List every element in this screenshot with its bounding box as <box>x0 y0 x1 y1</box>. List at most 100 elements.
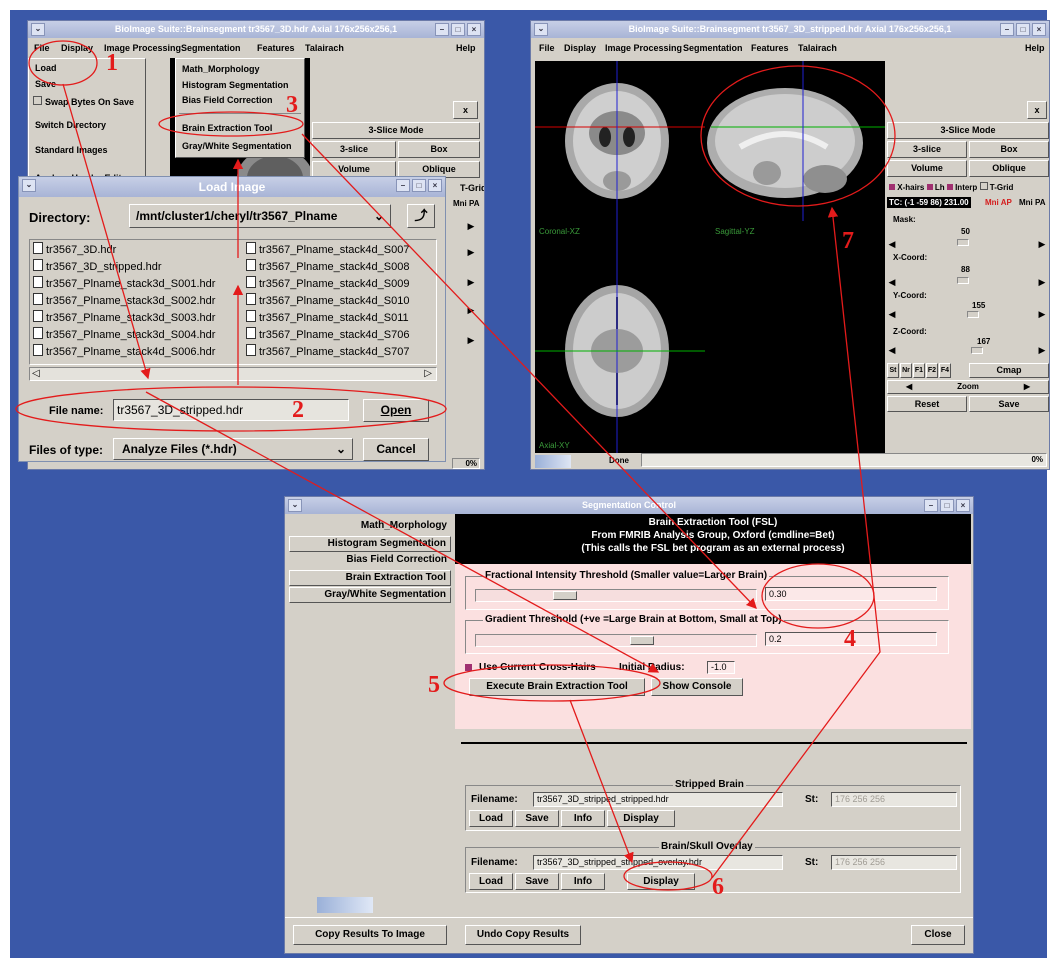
file-item[interactable]: tr3567_Plname_stack4d_S008 <box>246 259 409 273</box>
stripped-display-button[interactable]: Display <box>607 810 675 827</box>
menu-display[interactable]: Display <box>61 43 93 53</box>
file-item[interactable]: tr3567_Plname_stack3d_S004.hdr <box>33 327 215 341</box>
three-slice-button[interactable]: 3-slice <box>312 141 396 158</box>
menu-segmentation[interactable]: Segmentation <box>181 43 241 53</box>
window-menu-icon[interactable]: ⌄ <box>22 179 36 192</box>
overlay-display-button[interactable]: Display <box>627 873 695 890</box>
save-button[interactable]: Save <box>969 396 1049 412</box>
left-arrow-icon[interactable]: ◀ <box>887 345 897 355</box>
left-arrow-icon[interactable]: ◀ <box>887 239 897 249</box>
filename-input[interactable]: tr3567_3D_stripped.hdr <box>113 399 349 421</box>
seg-menu-bias[interactable]: Bias Field Correction <box>182 95 273 105</box>
minimize-icon[interactable]: – <box>1000 23 1014 36</box>
overlay-load-button[interactable]: Load <box>469 873 513 890</box>
use-crosshairs-checkbox[interactable] <box>465 664 472 671</box>
file-menu-switch-directory[interactable]: Switch Directory <box>35 120 106 130</box>
maximize-icon[interactable]: □ <box>412 179 426 192</box>
three-slice-button[interactable]: 3-slice <box>887 141 967 158</box>
copy-results-button[interactable]: Copy Results To Image <box>293 925 447 945</box>
segmentation-titlebar[interactable]: ⌄ Segmentation Control – □ × <box>285 497 973 514</box>
maximize-icon[interactable]: □ <box>1016 23 1030 36</box>
load-dialog-titlebar[interactable]: ⌄ Load Image – □ × <box>19 177 445 197</box>
volume-button[interactable]: Volume <box>887 160 967 177</box>
filetype-dropdown[interactable]: Analyze Files (*.hdr) ⌄ <box>113 438 353 460</box>
left-arrow-icon[interactable]: ◀ <box>887 277 897 287</box>
window-menu-icon[interactable]: ⌄ <box>534 23 548 36</box>
overlay-info-button[interactable]: Info <box>561 873 605 890</box>
file-list[interactable]: tr3567_3D.hdr tr3567_3D_stripped.hdr tr3… <box>29 239 437 365</box>
cancel-button[interactable]: Cancel <box>363 438 429 461</box>
close-icon[interactable]: × <box>428 179 442 192</box>
lh-checkbox[interactable] <box>926 184 933 190</box>
right-arrow-icon[interactable]: ▶ <box>1037 277 1047 287</box>
overlay-filename-field[interactable]: tr3567_3D_stripped_stripped_overlay.hdr <box>533 855 783 870</box>
fit-value[interactable]: 0.30 <box>765 587 937 601</box>
cmap-button[interactable]: Cmap <box>969 363 1049 378</box>
file-item[interactable]: tr3567_Plname_stack4d_S010 <box>246 293 409 307</box>
stripped-filename-field[interactable]: tr3567_3D_stripped_stripped.hdr <box>533 792 783 807</box>
maximize-icon[interactable]: □ <box>940 499 954 512</box>
file-item[interactable]: tr3567_Plname_stack3d_S003.hdr <box>33 310 215 324</box>
seg-menu-histogram[interactable]: Histogram Segmentation <box>182 80 289 90</box>
minimize-icon[interactable]: – <box>924 499 938 512</box>
undo-copy-button[interactable]: Undo Copy Results <box>465 925 581 945</box>
menu-talairach[interactable]: Talairach <box>305 43 344 53</box>
scroll-left-icon[interactable]: ◁ <box>32 368 40 379</box>
x-button[interactable]: x <box>1027 101 1047 119</box>
parent-folder-icon[interactable]: ⤴ <box>407 204 435 228</box>
window-menu-icon[interactable]: ⌄ <box>31 23 45 36</box>
horizontal-scrollbar[interactable]: ◁ ▷ <box>29 367 437 381</box>
file-item[interactable]: tr3567_Plname_stack4d_S707 <box>246 344 409 358</box>
gradient-slider-thumb[interactable] <box>630 636 654 645</box>
slice-mode-button[interactable]: 3-Slice Mode <box>887 122 1049 139</box>
right-arrow-icon[interactable]: ▶ <box>466 277 476 287</box>
menu-features[interactable]: Features <box>257 43 295 53</box>
seg-menu-graywhite[interactable]: Gray/White Segmentation <box>182 141 292 151</box>
file-item[interactable]: tr3567_Plname_stack4d_S006.hdr <box>33 344 215 358</box>
file-menu-load[interactable]: Load <box>35 63 57 73</box>
y-slider-thumb[interactable] <box>967 311 979 318</box>
stripped-info-button[interactable]: Info <box>561 810 605 827</box>
seg-menu-math[interactable]: Math_Morphology <box>182 64 260 74</box>
maximize-icon[interactable]: □ <box>451 23 465 36</box>
file-item[interactable]: tr3567_Plname_stack3d_S001.hdr <box>33 276 215 290</box>
sidebar-item-graywhite[interactable]: Gray/White Segmentation <box>289 587 451 603</box>
three-slice-canvas[interactable]: Coronal-XZ Sagittal-YZ Axial-XY <box>535 61 885 453</box>
menu-features[interactable]: Features <box>751 43 789 53</box>
f2-button[interactable]: F2 <box>926 363 938 378</box>
directory-dropdown[interactable]: /mnt/cluster1/cheryl/tr3567_Plname ⌄ <box>129 204 391 228</box>
x-button[interactable]: x <box>453 101 478 119</box>
right-arrow-icon[interactable]: ▶ <box>466 221 476 231</box>
minimize-icon[interactable]: – <box>435 23 449 36</box>
menu-talairach[interactable]: Talairach <box>798 43 837 53</box>
reset-button[interactable]: Reset <box>887 396 967 412</box>
minimize-icon[interactable]: – <box>396 179 410 192</box>
file-item[interactable]: tr3567_Plname_stack4d_S011 <box>246 310 409 324</box>
left-arrow-icon[interactable]: ◀ <box>887 309 897 319</box>
right-arrow-icon[interactable]: ▶ <box>466 305 476 315</box>
close-icon[interactable]: × <box>1032 23 1046 36</box>
main-viewer-titlebar[interactable]: ⌄ BioImage Suite::Brainsegment tr3567_3D… <box>28 21 484 38</box>
menu-file[interactable]: File <box>539 43 555 53</box>
file-item[interactable]: tr3567_Plname_stack3d_S002.hdr <box>33 293 215 307</box>
scroll-right-icon[interactable]: ▷ <box>424 368 432 379</box>
right-arrow-icon[interactable]: ▶ <box>1037 345 1047 355</box>
sidebar-item-math[interactable]: Math_Morphology <box>289 519 451 535</box>
stripped-save-button[interactable]: Save <box>515 810 559 827</box>
close-button[interactable]: Close <box>911 925 965 945</box>
mni-pa-label[interactable]: Mni PA <box>453 199 480 208</box>
right-arrow-icon[interactable]: ▶ <box>1037 309 1047 319</box>
fit-slider[interactable] <box>475 589 757 602</box>
f4-button[interactable]: F4 <box>939 363 951 378</box>
menu-file[interactable]: File <box>34 43 50 53</box>
show-console-button[interactable]: Show Console <box>651 678 743 696</box>
sidebar-item-bet[interactable]: Brain Extraction Tool <box>289 570 451 586</box>
xhairs-checkbox[interactable] <box>889 184 895 190</box>
gradient-slider[interactable] <box>475 634 757 647</box>
mni-ap-button[interactable]: Mni AP <box>985 198 1012 207</box>
tgrid-checkbox[interactable] <box>979 182 988 190</box>
mni-pa-button[interactable]: Mni PA <box>1019 198 1046 207</box>
file-item[interactable]: tr3567_3D_stripped.hdr <box>33 259 162 273</box>
sidebar-item-histogram[interactable]: Histogram Segmentation <box>289 536 451 552</box>
file-item[interactable]: tr3567_3D.hdr <box>33 242 116 256</box>
